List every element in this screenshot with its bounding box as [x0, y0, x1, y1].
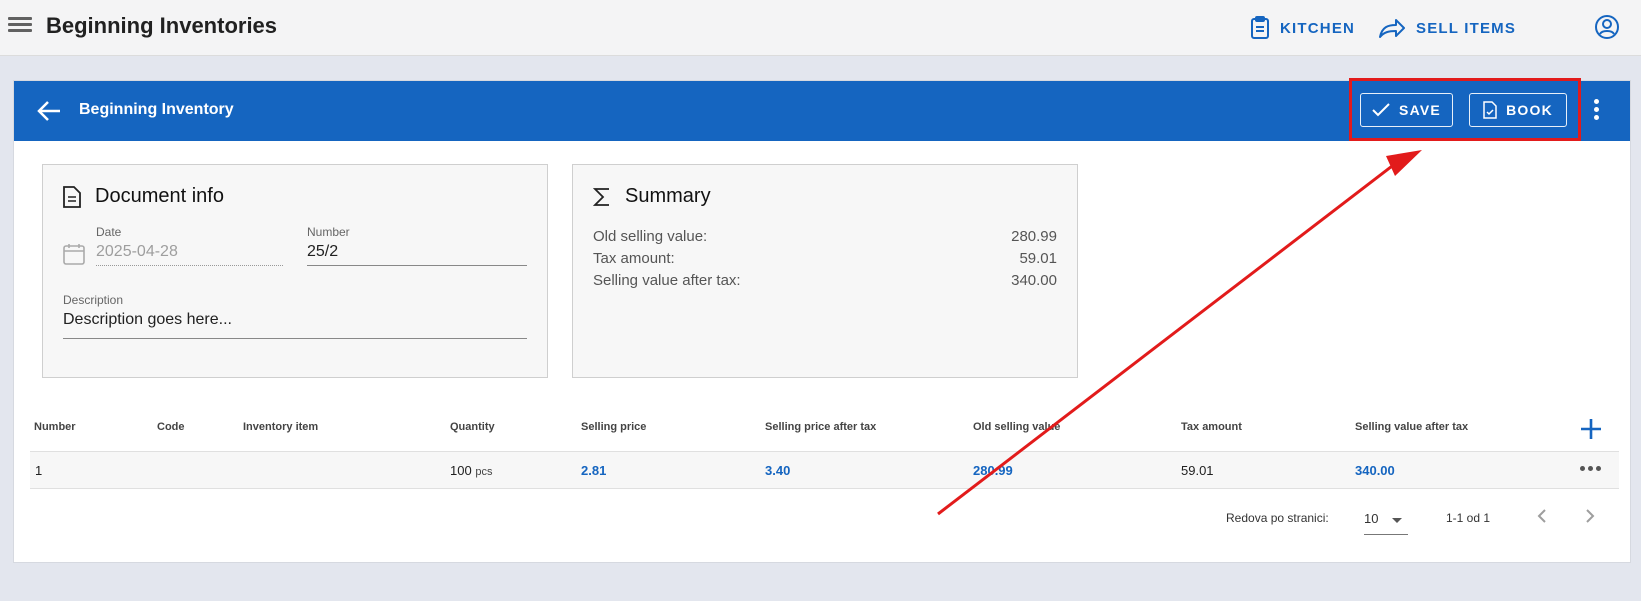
cell-selling-price[interactable]: 2.81	[581, 463, 606, 478]
column-header[interactable]: Selling value after tax	[1355, 421, 1468, 433]
kitchen-button[interactable]: KITCHEN	[1250, 14, 1355, 42]
page-title: Beginning Inventories	[46, 13, 278, 38]
rows-per-page-label: Redova po stranici:	[1226, 511, 1329, 525]
summary-row: Old selling value: 280.99	[593, 228, 1057, 245]
document-icon	[63, 185, 81, 208]
cell-quantity: 100 pcs	[450, 463, 493, 478]
column-header[interactable]: Selling price	[581, 421, 646, 433]
description-label: Description	[63, 293, 124, 307]
document-info-panel: Document info Date 2025-04-28 Number 25/…	[42, 164, 548, 378]
annotation-highlight	[1349, 78, 1581, 141]
date-field[interactable]: 2025-04-28	[96, 243, 178, 261]
menu-icon[interactable]	[8, 14, 32, 38]
description-field[interactable]: Description goes here...	[63, 311, 232, 329]
unit-label: pcs	[475, 466, 493, 478]
pagination-range: 1-1 od 1	[1446, 511, 1491, 525]
number-field[interactable]: 25/2	[307, 243, 338, 261]
more-vert-icon[interactable]	[1594, 99, 1599, 123]
kitchen-label: KITCHEN	[1280, 19, 1356, 37]
cell-selling-price-after-tax[interactable]: 3.40	[765, 463, 790, 478]
column-header[interactable]: Tax amount	[1181, 421, 1242, 433]
sigma-icon	[593, 187, 609, 206]
column-header[interactable]: Old selling value	[973, 421, 1060, 433]
table-header: Number Code Inventory item Quantity Sell…	[30, 413, 1630, 443]
number-label: Number	[307, 225, 350, 239]
column-header[interactable]: Code	[157, 421, 185, 433]
date-label: Date	[96, 225, 122, 239]
column-header[interactable]: Quantity	[450, 421, 495, 433]
summary-panel: Summary Old selling value: 280.99 Tax am…	[572, 164, 1078, 378]
summary-row: Tax amount: 59.01	[593, 250, 1057, 267]
cell-number: 1	[35, 463, 43, 478]
sell-items-button[interactable]: SELL ITEMS	[1378, 14, 1516, 42]
inventory-card: Beginning Inventory SAVE BOOK Document i…	[13, 78, 1631, 563]
dropdown-caret-icon	[1392, 518, 1402, 523]
sell-items-label: SELL ITEMS	[1416, 19, 1517, 37]
card-title: Beginning Inventory	[79, 101, 234, 118]
summary-title: Summary	[593, 185, 711, 208]
rows-per-page-select[interactable]: 10	[1364, 506, 1408, 535]
summary-row: Selling value after tax: 340.00	[593, 272, 1057, 289]
arrow-left-icon[interactable]	[36, 99, 62, 128]
plus-icon[interactable]	[1579, 417, 1603, 446]
column-header[interactable]: Inventory item	[243, 421, 318, 433]
document-info-title: Document info	[63, 185, 224, 208]
table-row[interactable]: 1 100 pcs 2.81 3.40 280.99 59.01 340.00	[30, 451, 1619, 489]
share-icon	[1379, 19, 1405, 38]
clipboard-icon	[1251, 16, 1269, 39]
account-circle-icon[interactable]	[1594, 14, 1620, 45]
column-header[interactable]: Number	[34, 421, 76, 433]
column-header[interactable]: Selling price after tax	[765, 421, 876, 433]
more-horiz-icon[interactable]	[1580, 466, 1601, 471]
app-bar: Beginning Inventories KITCHEN SELL ITEMS	[0, 0, 1641, 56]
chevron-left-icon[interactable]	[1532, 506, 1552, 531]
chevron-right-icon[interactable]	[1580, 506, 1600, 531]
cell-old-selling-value[interactable]: 280.99	[973, 463, 1013, 478]
cell-tax-amount: 59.01	[1181, 463, 1214, 478]
card-header: Beginning Inventory SAVE BOOK	[14, 78, 1630, 141]
calendar-icon[interactable]	[63, 243, 85, 265]
cell-selling-value-after-tax[interactable]: 340.00	[1355, 463, 1395, 478]
